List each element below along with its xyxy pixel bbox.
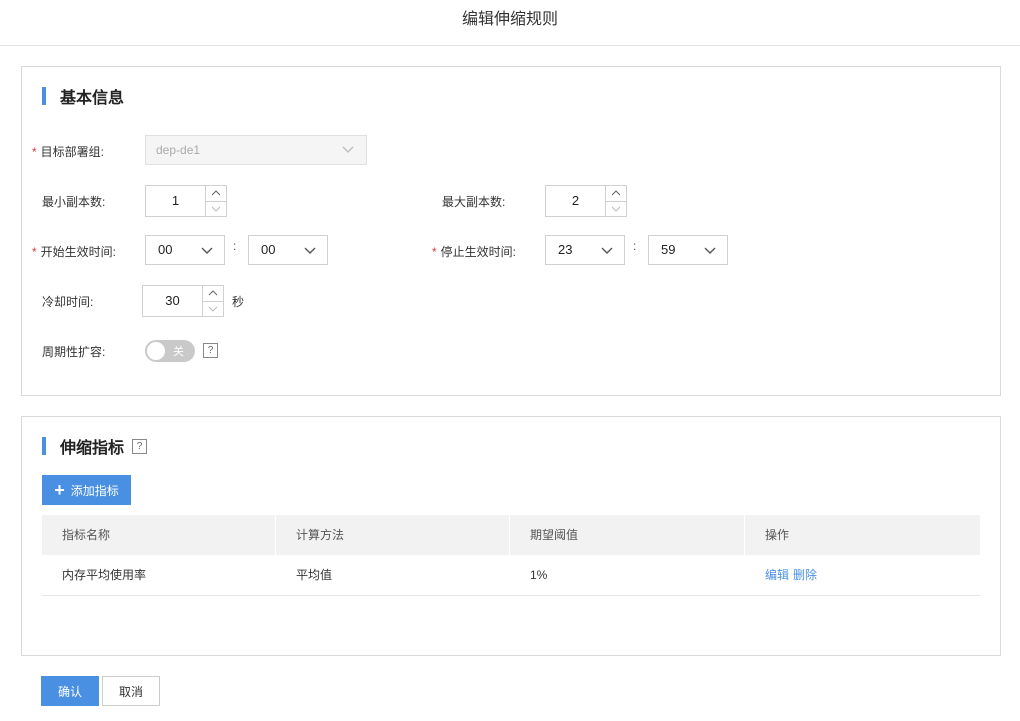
start-time-row: * 开始生效时间: <box>32 243 116 260</box>
start-minute-value: 00 <box>261 242 276 257</box>
chevron-down-icon <box>304 247 316 254</box>
start-minute-select[interactable]: 00 <box>248 235 328 265</box>
chevron-down-icon <box>201 247 213 254</box>
required-mark: * <box>432 244 437 259</box>
metrics-table: 指标名称 计算方法 期望阈值 操作 内存平均使用率 平均值 1% 编辑 删除 <box>42 515 980 596</box>
column-header: 计算方法 <box>276 515 510 555</box>
start-hour-select[interactable]: 00 <box>145 235 225 265</box>
deploy-group-select: dep-de1 <box>145 135 367 165</box>
page-title: 编辑伸缩规则 <box>461 11 558 28</box>
section-accent-bar <box>42 87 46 105</box>
increment-button[interactable] <box>206 186 226 202</box>
metrics-panel: 伸缩指标 ? + 添加指标 指标名称 计算方法 期望阈值 操作 内存平均使用率 … <box>21 416 1001 656</box>
periodic-label: 周期性扩容: <box>42 345 106 359</box>
increment-button[interactable] <box>203 286 223 302</box>
column-header: 操作 <box>765 528 790 542</box>
cooldown-row: 冷却时间: <box>42 293 93 310</box>
help-icon[interactable]: ? <box>132 438 148 454</box>
add-metric-label: 添加指标 <box>70 483 119 498</box>
chevron-down-icon <box>601 247 613 254</box>
chevron-up-icon <box>611 190 621 196</box>
periodic-toggle[interactable]: 关 <box>145 340 195 362</box>
edit-link[interactable]: 编辑 <box>765 568 789 582</box>
min-replicas-row: 最小副本数: <box>42 193 105 210</box>
min-replicas-stepper[interactable]: 1 <box>145 185 227 217</box>
cooldown-unit: 秒 <box>232 295 245 309</box>
stop-hour-value: 23 <box>558 242 573 257</box>
confirm-button[interactable]: 确认 <box>41 676 99 706</box>
column-header: 期望阈值 <box>510 515 745 555</box>
metric-method-cell: 平均值 <box>296 568 333 582</box>
periodic-row: 周期性扩容: <box>42 343 105 360</box>
cooldown-label: 冷却时间: <box>42 295 94 309</box>
table-header: 指标名称 计算方法 期望阈值 操作 <box>42 515 980 555</box>
cooldown-value[interactable]: 30 <box>143 286 202 316</box>
deploy-group-value: dep-de1 <box>156 143 201 157</box>
stepper-arrows <box>605 186 626 216</box>
section-title: 基本信息 <box>60 90 125 107</box>
chevron-down-icon <box>611 206 621 212</box>
basic-info-panel: 基本信息 * 目标部署组: dep-de1 最小副本数: 1 最大副本数: 2 … <box>21 66 1001 396</box>
stop-minute-select[interactable]: 59 <box>648 235 728 265</box>
stepper-arrows <box>205 186 226 216</box>
time-separator: : <box>633 239 637 253</box>
chevron-down-icon <box>211 206 221 212</box>
time-separator: : <box>233 239 237 253</box>
confirm-label: 确认 <box>57 684 82 699</box>
cooldown-stepper[interactable]: 30 <box>142 285 224 317</box>
basic-info-heading: 基本信息 <box>42 87 125 107</box>
start-hour-value: 00 <box>158 242 173 257</box>
metric-threshold-cell: 1% <box>530 568 548 582</box>
deploy-group-row: * 目标部署组: <box>32 143 104 160</box>
column-header: 指标名称 <box>42 515 276 555</box>
max-replicas-row: 最大副本数: <box>442 193 505 210</box>
add-metric-button[interactable]: + 添加指标 <box>42 475 131 505</box>
start-time-label: 开始生效时间: <box>40 245 117 259</box>
stop-hour-select[interactable]: 23 <box>545 235 625 265</box>
stop-time-label: 停止生效时间: <box>440 245 517 259</box>
cancel-button[interactable]: 取消 <box>102 676 160 706</box>
section-accent-bar <box>42 437 46 455</box>
max-replicas-label: 最大副本数: <box>442 195 506 209</box>
metric-name-cell: 内存平均使用率 <box>62 568 147 582</box>
required-mark: * <box>32 144 37 159</box>
decrement-button[interactable] <box>606 202 626 217</box>
decrement-button[interactable] <box>206 202 226 217</box>
help-icon[interactable]: ? <box>203 343 218 358</box>
toggle-state-label: 关 <box>173 346 184 358</box>
max-replicas-value[interactable]: 2 <box>546 186 605 216</box>
deploy-group-label: 目标部署组: <box>40 145 105 159</box>
stop-time-row: * 停止生效时间: <box>432 243 516 260</box>
plus-icon: + <box>54 480 65 500</box>
page-header: 编辑伸缩规则 <box>0 0 1020 46</box>
section-title: 伸缩指标 <box>60 440 125 457</box>
metric-actions-cell: 编辑 删除 <box>745 555 980 595</box>
stepper-arrows <box>202 286 223 316</box>
required-mark: * <box>32 244 37 259</box>
cancel-label: 取消 <box>118 684 143 699</box>
toggle-knob <box>147 342 165 360</box>
chevron-up-icon <box>211 190 221 196</box>
stop-minute-value: 59 <box>661 242 676 257</box>
decrement-button[interactable] <box>203 302 223 317</box>
chevron-down-icon <box>208 306 218 312</box>
delete-link[interactable]: 删除 <box>793 568 817 582</box>
chevron-down-icon <box>342 146 354 153</box>
metrics-heading: 伸缩指标 ? <box>42 437 148 457</box>
increment-button[interactable] <box>606 186 626 202</box>
chevron-up-icon <box>208 290 218 296</box>
max-replicas-stepper[interactable]: 2 <box>545 185 627 217</box>
min-replicas-label: 最小副本数: <box>42 195 106 209</box>
min-replicas-value[interactable]: 1 <box>146 186 205 216</box>
table-row: 内存平均使用率 平均值 1% 编辑 删除 <box>42 555 980 596</box>
chevron-down-icon <box>704 247 716 254</box>
